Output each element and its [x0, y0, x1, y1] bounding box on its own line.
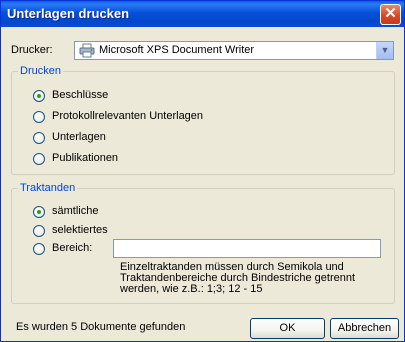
- cancel-button[interactable]: Abbrechen: [330, 318, 399, 339]
- radio-bereich[interactable]: [33, 243, 45, 255]
- radio-selektiertes-label[interactable]: selektiertes: [52, 224, 108, 236]
- radio-beschluesse-label[interactable]: Beschlüsse: [52, 89, 108, 101]
- radio-unterlagen-label[interactable]: Unterlagen: [52, 131, 106, 143]
- radio-protokollrelevanten[interactable]: [33, 111, 45, 123]
- radio-publikationen[interactable]: [33, 153, 45, 165]
- window-title: Unterlagen drucken: [7, 6, 130, 21]
- radio-saemtliche[interactable]: [33, 206, 45, 218]
- traktanden-group-legend: Traktanden: [18, 182, 78, 194]
- printer-icon: [79, 43, 95, 58]
- range-hint: Einzeltraktanden müssen durch Semikola u…: [120, 262, 355, 295]
- radio-protokollrelevanten-label[interactable]: Protokollrelevanten Unterlagen: [52, 110, 203, 122]
- print-group-legend: Drucken: [18, 65, 63, 77]
- dropdown-button[interactable]: ▼: [376, 42, 393, 59]
- title-bar[interactable]: Unterlagen drucken ✕: [1, 1, 404, 27]
- range-input[interactable]: [113, 239, 381, 258]
- radio-unterlagen[interactable]: [33, 132, 45, 144]
- chevron-down-icon: ▼: [380, 45, 390, 55]
- printer-select-value: Microsoft XPS Document Writer: [99, 44, 255, 56]
- radio-beschluesse[interactable]: [33, 90, 45, 102]
- radio-saemtliche-label[interactable]: sämtliche: [52, 205, 98, 217]
- printer-select[interactable]: Microsoft XPS Document Writer ▼: [74, 41, 394, 60]
- printer-label: Drucker:: [11, 44, 53, 56]
- ok-button[interactable]: OK: [250, 318, 325, 339]
- close-icon: ✕: [384, 5, 397, 22]
- radio-publikationen-label[interactable]: Publikationen: [52, 152, 118, 164]
- range-hint-line: werden, wie z.B.: 1;3; 12 - 15: [120, 283, 263, 295]
- radio-bereich-label[interactable]: Bereich:: [52, 242, 92, 254]
- close-button[interactable]: ✕: [380, 4, 401, 25]
- print-dialog: Unterlagen drucken ✕ Drucker: Microsoft …: [0, 0, 405, 342]
- status-text: Es wurden 5 Dokumente gefunden: [16, 321, 186, 333]
- radio-selektiertes[interactable]: [33, 225, 45, 237]
